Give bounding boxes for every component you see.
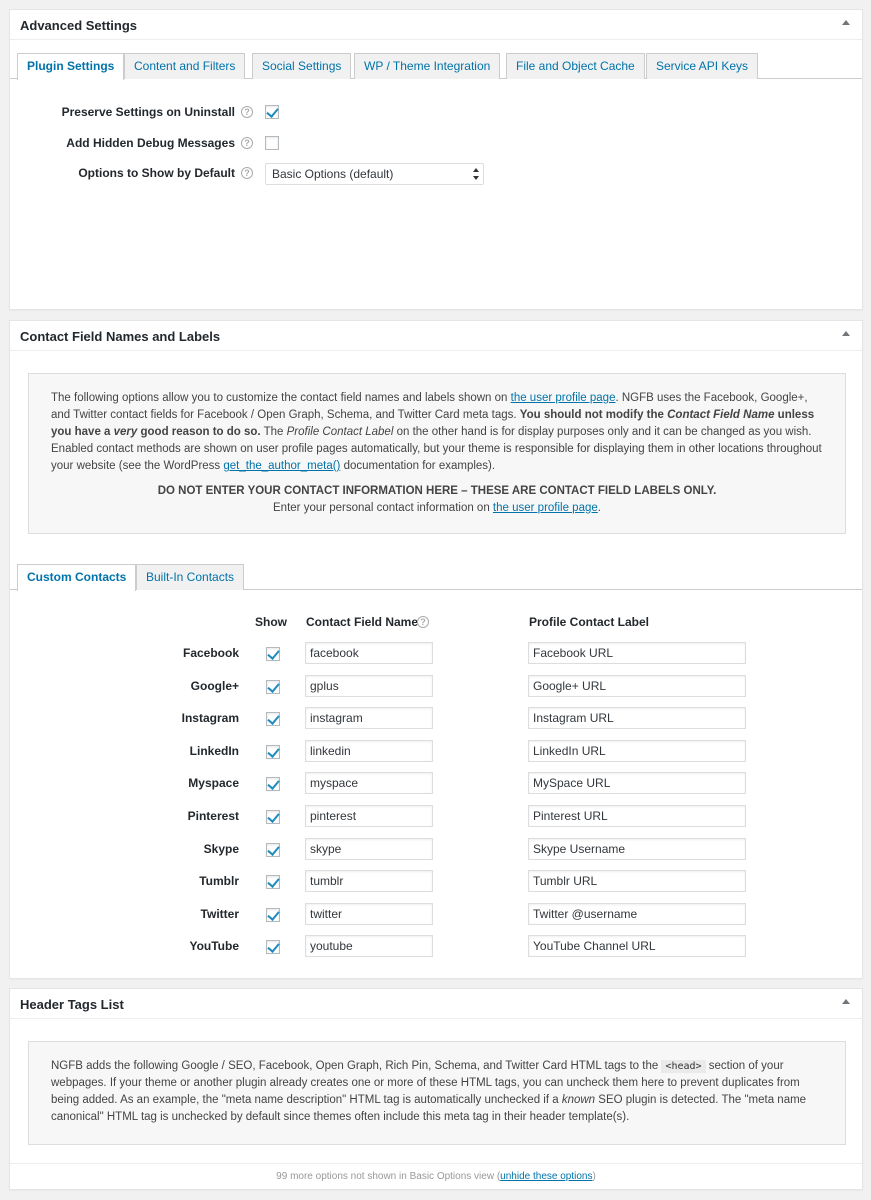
contact-name-label: LinkedIn <box>189 743 239 758</box>
contact-show-checkbox[interactable] <box>266 777 280 792</box>
header-tags-box: Header Tags List NGFB adds the following… <box>9 988 863 1190</box>
options-default-select[interactable]: Basic Options (default) <box>265 163 484 185</box>
user-profile-link-2[interactable]: the user profile page <box>493 502 598 514</box>
tab-custom-contacts[interactable]: Custom Contacts <box>17 564 137 591</box>
header-tags-info-box: NGFB adds the following Google / SEO, Fa… <box>28 1041 846 1145</box>
select-arrows-icon <box>473 168 479 180</box>
contact-show-checkbox[interactable] <box>266 647 280 661</box>
collapse-arrow-icon[interactable] <box>842 999 850 1004</box>
advanced-settings-header[interactable]: Advanced Settings <box>10 10 862 40</box>
contact-name-label: Pinterest <box>187 809 239 823</box>
contact-show-checkbox[interactable] <box>266 875 280 890</box>
profile-contact-label-input[interactable]: Skype Username <box>528 837 746 860</box>
contacts-info-text: The following options allow you to custo… <box>51 392 822 472</box>
box-title: Header Tags List <box>20 997 124 1012</box>
contact-show-checkbox[interactable] <box>266 810 280 824</box>
contact-name-label: Instagram <box>181 711 239 726</box>
contact-show-checkbox[interactable] <box>266 907 280 922</box>
contact-show-checkbox[interactable] <box>266 712 280 727</box>
help-icon[interactable]: ? <box>417 616 429 628</box>
tab-built-in-contacts[interactable]: Built-In Contacts <box>136 564 245 590</box>
contacts-warning: DO NOT ENTER YOUR CONTACT INFORMATION HE… <box>157 485 717 514</box>
advanced-tabs: Plugin Settings Content and Filters Soci… <box>10 53 862 80</box>
footer-divider <box>10 1163 862 1164</box>
advanced-settings-box: Advanced Settings Plugin Settings Conten… <box>9 9 863 310</box>
tab-content-and-filters[interactable]: Content and Filters <box>124 53 246 79</box>
contact-name-label: Facebook <box>182 646 239 660</box>
help-icon[interactable]: ? <box>241 106 253 118</box>
profile-contact-label-input[interactable]: LinkedIn URL <box>528 739 746 762</box>
profile-contact-label-input[interactable]: Instagram URL <box>528 707 746 730</box>
contact-fields-box: Contact Field Names and Labels The follo… <box>9 320 863 979</box>
contact-field-name-input[interactable]: pinterest <box>305 805 433 827</box>
profile-contact-label-input[interactable]: MySpace URL <box>528 772 746 795</box>
preserve-settings-label: Preserve Settings on Uninstall <box>61 105 235 119</box>
tab-plugin-settings[interactable]: Plugin Settings <box>17 53 125 80</box>
contact-show-checkbox[interactable] <box>266 842 280 857</box>
header-tags-info-text: NGFB adds the following Google / SEO, Fa… <box>51 1060 807 1123</box>
contact-field-name-input[interactable]: skype <box>305 837 433 860</box>
hidden-options-note: 99 more options not shown in Basic Optio… <box>276 1171 596 1182</box>
contact-name-label: Google+ <box>190 678 239 693</box>
collapse-arrow-icon[interactable] <box>842 20 850 25</box>
select-value: Basic Options (default) <box>272 167 394 181</box>
contact-field-name-input[interactable]: youtube <box>305 935 433 958</box>
box-title: Contact Field Names and Labels <box>20 329 221 344</box>
profile-contact-label-input[interactable]: Google+ URL <box>528 674 746 697</box>
profile-contact-label-input[interactable]: Twitter @username <box>528 902 746 925</box>
contact-field-name-input[interactable]: tumblr <box>305 870 433 893</box>
profile-contact-label-input[interactable]: YouTube Channel URL <box>528 935 746 958</box>
contact-field-name-input[interactable]: facebook <box>305 642 433 664</box>
contact-name-label: Myspace <box>188 776 239 791</box>
contact-field-name-input[interactable]: instagram <box>305 707 433 730</box>
profile-contact-label-input[interactable]: Facebook URL <box>528 642 746 664</box>
box-title: Advanced Settings <box>20 18 138 33</box>
user-profile-link[interactable]: the user profile page <box>511 392 616 404</box>
tab-wp-theme-integration[interactable]: WP / Theme Integration <box>354 53 501 79</box>
debug-messages-checkbox[interactable] <box>265 136 279 150</box>
contact-field-name-input[interactable]: gplus <box>305 674 433 697</box>
contact-show-checkbox[interactable] <box>266 679 280 694</box>
debug-messages-label: Add Hidden Debug Messages <box>66 136 235 150</box>
help-icon[interactable]: ? <box>241 167 253 179</box>
contacts-info-box: The following options allow you to custo… <box>28 373 846 534</box>
get-author-meta-link[interactable]: get_the_author_meta() <box>223 460 340 472</box>
unhide-options-link[interactable]: unhide these options <box>500 1171 592 1182</box>
preserve-settings-checkbox[interactable] <box>265 105 279 119</box>
field-name-column-header: Contact Field Name <box>306 615 419 629</box>
contact-fields-header[interactable]: Contact Field Names and Labels <box>10 321 862 351</box>
tab-social-settings[interactable]: Social Settings <box>252 53 352 79</box>
show-column-header: Show <box>255 615 287 629</box>
contact-name-label: Twitter <box>200 906 239 921</box>
collapse-arrow-icon[interactable] <box>842 331 850 336</box>
tab-file-and-object-cache[interactable]: File and Object Cache <box>506 53 645 79</box>
contact-field-name-input[interactable]: twitter <box>305 902 433 925</box>
profile-contact-label-input[interactable]: Pinterest URL <box>528 805 746 827</box>
contact-label-column-header: Profile Contact Label <box>529 615 650 629</box>
options-default-label: Options to Show by Default <box>78 166 235 180</box>
contact-name-label: YouTube <box>189 939 239 954</box>
contact-name-label: Skype <box>203 841 239 856</box>
contact-name-label: Tumblr <box>199 874 239 889</box>
contact-field-name-input[interactable]: myspace <box>305 772 433 795</box>
contact-show-checkbox[interactable] <box>266 744 280 759</box>
help-icon[interactable]: ? <box>241 137 253 149</box>
contact-field-name-input[interactable]: linkedin <box>305 739 433 762</box>
contact-show-checkbox[interactable] <box>266 940 280 955</box>
profile-contact-label-input[interactable]: Tumblr URL <box>528 870 746 893</box>
tab-service-api-keys[interactable]: Service API Keys <box>646 53 759 79</box>
header-tags-header[interactable]: Header Tags List <box>10 989 862 1019</box>
contacts-tabs: Custom Contacts Built-In Contacts <box>10 564 862 591</box>
head-tag-code: <head> <box>661 1060 706 1073</box>
